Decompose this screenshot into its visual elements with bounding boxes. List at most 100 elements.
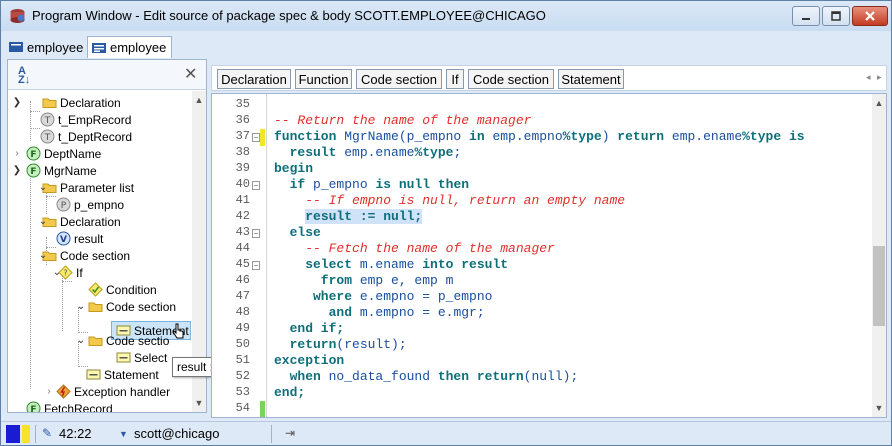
code-token: result := null; xyxy=(305,209,423,224)
tree-node-code-section-3[interactable]: Code sectio xyxy=(88,332,169,349)
breadcrumb-scroll-icon[interactable]: ◂ ▸ xyxy=(866,72,884,83)
function-icon: F xyxy=(26,401,41,412)
chevron-down-icon[interactable]: ⌄ xyxy=(38,216,48,227)
code-token: %type xyxy=(742,129,789,144)
folder-icon xyxy=(42,98,57,108)
dropdown-icon[interactable]: ▼ xyxy=(119,429,128,439)
chevron-down-icon[interactable]: ⌄ xyxy=(38,250,48,261)
code-line[interactable]: -- Fetch the name of the manager xyxy=(274,240,874,257)
code-line[interactable]: begin xyxy=(274,160,874,177)
svg-text:V: V xyxy=(60,235,67,245)
tree-node-t-deptrecord[interactable]: T t_DeptRecord xyxy=(40,128,132,145)
variable-icon: V xyxy=(56,231,71,246)
fold-toggle-icon[interactable]: − xyxy=(252,229,260,238)
title-bar[interactable]: Program Window - Edit source of package … xyxy=(1,1,891,31)
code-line[interactable]: function MgrName(p_empno in emp.empno%ty… xyxy=(274,128,874,145)
crumb-code-section[interactable]: Code section xyxy=(356,69,442,89)
code-line[interactable]: exception xyxy=(274,352,874,369)
tree-node-declaration-label[interactable]: Declaration xyxy=(42,94,121,111)
code-line[interactable]: -- Return the name of the manager xyxy=(274,112,874,129)
svg-text:F: F xyxy=(30,405,36,412)
code-line[interactable]: result emp.ename%type; xyxy=(274,144,874,161)
code-line[interactable]: result := null; xyxy=(274,208,874,225)
chevron-down-icon[interactable]: ⌄ xyxy=(52,267,62,278)
parameter-icon: P xyxy=(56,197,71,212)
line-number: 48 xyxy=(235,305,250,319)
scroll-thumb[interactable] xyxy=(873,246,885,326)
fold-toggle-icon[interactable]: − xyxy=(252,133,260,142)
code-line[interactable]: select m.ename into result xyxy=(274,256,874,273)
tree-node-code-section-2[interactable]: Code section xyxy=(88,298,176,315)
tree-node-deptname-label[interactable]: F DeptName xyxy=(26,145,101,162)
pushpin-icon[interactable]: ⇥ xyxy=(285,426,295,440)
connection-name[interactable]: scott@chicago xyxy=(134,426,219,441)
code-line[interactable] xyxy=(274,400,874,417)
tree-node-declaration-2[interactable]: Declaration xyxy=(42,213,121,230)
tab-employee-spec[interactable]: employee xyxy=(5,36,88,58)
chevron-down-icon[interactable]: ⌄ xyxy=(76,301,86,312)
change-marker xyxy=(260,129,265,146)
breadcrumb: Declaration Function Code section If Cod… xyxy=(211,65,887,91)
tree-node-condition[interactable]: Condition xyxy=(88,281,157,298)
editor-scrollbar[interactable]: ▲ ▼ xyxy=(872,94,886,417)
code-line[interactable]: -- If empno is null, return an empty nam… xyxy=(274,192,874,209)
close-button[interactable] xyxy=(852,6,888,26)
tree-node-p-empno[interactable]: P p_empno xyxy=(56,196,124,213)
code-line[interactable]: if p_empno is null then xyxy=(274,176,874,193)
code-line[interactable]: end; xyxy=(274,384,874,401)
code-line[interactable]: else xyxy=(274,224,874,241)
svg-text:P: P xyxy=(61,201,67,211)
tree-node-statement[interactable]: Statement xyxy=(86,366,159,383)
package-spec-icon xyxy=(9,42,23,52)
close-tree-icon[interactable]: ✕ xyxy=(184,64,197,84)
scroll-down-icon[interactable]: ▼ xyxy=(192,396,206,410)
chevron-down-icon[interactable]: ⌄ xyxy=(38,182,48,193)
tree-node-code-section[interactable]: Code section xyxy=(42,247,130,264)
line-number: 47 xyxy=(235,289,250,303)
crumb-code-section-2[interactable]: Code section xyxy=(468,69,554,89)
line-number: 39 xyxy=(235,161,250,175)
code-line[interactable]: end if; xyxy=(274,320,874,337)
code-line[interactable]: when no_data_found then return(null); xyxy=(274,368,874,385)
chevron-down-icon[interactable]: ⌄ xyxy=(76,335,86,346)
crumb-declaration[interactable]: Declaration xyxy=(217,69,291,89)
package-body-icon xyxy=(92,42,106,53)
tree-node-fetchrecord[interactable]: F FetchRecord xyxy=(26,400,113,412)
scroll-up-icon[interactable]: ▲ xyxy=(192,93,206,107)
fold-toggle-icon[interactable]: − xyxy=(252,181,260,190)
tree-node-exception-handler[interactable]: › Exception handler xyxy=(46,383,170,400)
tree-toolbar: A Z↓ ✕ xyxy=(8,60,206,90)
code-token: (null); xyxy=(523,369,579,384)
line-number: 42 xyxy=(235,209,250,223)
code-line[interactable]: from emp e, emp m xyxy=(274,272,874,289)
crumb-function[interactable]: Function xyxy=(295,69,352,89)
svg-text:F: F xyxy=(30,150,36,160)
crumb-if[interactable]: If xyxy=(446,69,464,89)
code-line[interactable]: and m.empno = e.mgr; xyxy=(274,304,874,321)
fold-toggle-icon[interactable]: − xyxy=(252,261,260,270)
code-line[interactable]: where e.empno = p_empno xyxy=(274,288,874,305)
tree-node-t-emprecord[interactable]: T t_EmpRecord xyxy=(40,111,131,128)
sort-az-icon[interactable]: A Z↓ xyxy=(18,66,30,86)
line-number: 53 xyxy=(235,385,250,399)
minimize-button[interactable] xyxy=(792,6,820,26)
status-bar: ✎ 42:22 ▼ scott@chicago ⇥ xyxy=(1,421,891,445)
code-line[interactable] xyxy=(274,96,874,113)
tree-node-result[interactable]: V result xyxy=(56,230,103,247)
tab-employee-body[interactable]: employee xyxy=(87,36,173,58)
scroll-up-icon[interactable]: ▲ xyxy=(872,96,886,110)
maximize-button[interactable] xyxy=(822,6,850,26)
scroll-down-icon[interactable]: ▼ xyxy=(872,401,886,415)
tab-label: employee xyxy=(27,39,84,55)
line-gutter: 35 36 37−38 39 40−41 42 43−44 45−46 47 48 49 50 51 52… xyxy=(212,94,265,417)
tree-node-mgrname[interactable]: F MgrName xyxy=(26,162,97,179)
tree-node-parameter-list[interactable]: Parameter list xyxy=(42,179,134,196)
crumb-statement[interactable]: Statement xyxy=(558,69,624,89)
code-token: when xyxy=(274,369,329,384)
line-number: 46 xyxy=(235,273,250,287)
code-line[interactable]: return(result); xyxy=(274,336,874,353)
code-token: -- Fetch the name of the manager xyxy=(274,241,555,256)
svg-text:F: F xyxy=(30,167,36,177)
tree-node-select[interactable]: Select xyxy=(116,349,167,366)
code-editor[interactable]: 35 36 37−38 39 40−41 42 43−44 45−46 47 48 49 50 51 52… xyxy=(211,93,887,418)
